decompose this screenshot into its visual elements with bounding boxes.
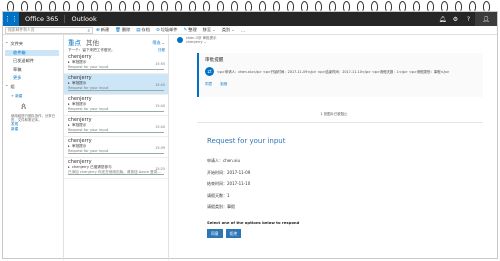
list-item[interactable]: chenjerry审批提示Request for your input15:45	[64, 74, 168, 95]
preview-underline	[68, 153, 164, 154]
respond-prompt: Select one of the options below to respo…	[207, 220, 300, 225]
agenda-hint-text: 下一个：留下来把工作做完。	[68, 48, 115, 52]
archive-button[interactable]: ▤ 存档	[133, 27, 153, 33]
message-list: 重点 其他 筛选 ⌄ 下一个：留下来把工作做完。 日程 chenjerry审批提…	[63, 35, 169, 260]
request-details: 申请人：chen.xiu 开始时间：2017-11-09 结束时间：2017-1…	[207, 158, 497, 210]
message-time: 15:25	[155, 167, 165, 171]
sweep-label: 整理	[188, 27, 197, 32]
sweep-icon: ✎	[183, 27, 188, 33]
reading-pane: chen.3@ 审批提示 chenjerry ⌄ 审批提醒 ⇄ <p>申请人：c…	[171, 35, 497, 260]
sender-row: chen.3@ 审批提示 chenjerry ⌄	[171, 35, 497, 45]
filter-button[interactable]: 筛选 ⌄	[152, 40, 165, 46]
detail-end: 结束时间：2017-11-10	[207, 181, 251, 186]
move-button[interactable]: 移至 ⌄	[200, 27, 219, 33]
delete-label: 删除	[121, 27, 131, 32]
category-button[interactable]: 类别 ⌄	[219, 27, 238, 33]
detail-days: 请假天数：1	[207, 192, 230, 198]
card-reject-button[interactable]: 拒绝	[220, 82, 227, 87]
chevron-down-icon: ⌄	[212, 27, 216, 33]
folder-inbox[interactable]: 收件箱	[5, 49, 59, 56]
approval-card: 审批提醒 ⇄ <p>申请人：chen.xiu</p> <p>开始时间：2017-…	[197, 53, 483, 97]
divider	[197, 122, 483, 123]
card-body: <p>申请人：chen.xiu</p> <p>开始时间：2017-11-09</…	[217, 70, 450, 74]
preview-underline	[68, 174, 164, 175]
folders-header-label: 文件夹	[10, 41, 24, 46]
search-icon[interactable]: ⌕	[87, 28, 90, 34]
new-button[interactable]: ⊕ 新建	[93, 27, 112, 33]
sender-avatar[interactable]	[177, 37, 183, 43]
list-item[interactable]: chenjerry审批提示Request for your input15:40	[64, 95, 168, 116]
groups-header-label: 组	[10, 84, 15, 89]
trash-icon: 🗑︎	[115, 27, 121, 33]
more-button[interactable]: ...	[238, 28, 248, 33]
card-approve-button[interactable]: 同意	[205, 82, 212, 87]
folder-pane: ⌃ 文件夹 收件箱 已发送邮件 草稿 更多 ⌃ 组 + 新建 ጰ 使用组进行团队协作…	[3, 35, 61, 260]
bell-icon[interactable]: 🔔︎	[436, 12, 449, 26]
archive-icon: ▤	[136, 27, 141, 33]
archive-label: 存档	[141, 27, 150, 32]
tab-focused[interactable]: 重点	[68, 37, 81, 47]
message-time: 15:40	[155, 104, 165, 108]
list-item[interactable]: chenjerry审批提示Request for your input15:55	[64, 53, 168, 74]
approve-button[interactable]: 同意	[207, 229, 223, 238]
delete-button[interactable]: 🗑︎ 删除	[112, 27, 133, 33]
detail-start: 开始时间：2017-11-09	[207, 169, 251, 175]
message-time: 15:40	[155, 125, 165, 129]
new-label: 新建	[100, 27, 110, 32]
junk-label: 垃圾邮件	[160, 27, 178, 32]
new-group-link[interactable]: + 新建	[11, 94, 59, 99]
help-icon[interactable]: ?	[462, 12, 475, 26]
folder-sent[interactable]: 已发送邮件	[5, 58, 59, 64]
search-input[interactable]: 搜索邮件和人员 ⌕	[5, 26, 93, 34]
folder-more[interactable]: 更多	[5, 75, 59, 81]
request-title: Request for your input	[207, 137, 286, 145]
chevron-down-icon: ⌄	[231, 27, 235, 33]
people-icon: ጰ	[21, 102, 27, 112]
message-time: 15:39	[155, 146, 165, 150]
move-label: 移至	[202, 27, 212, 32]
groups-description: 使用组进行团队协作，分享日历、文件和笔记本。	[11, 114, 56, 123]
sender-line2[interactable]: chenjerry ⌄	[186, 40, 216, 44]
blocked-images-note[interactable]: 1 张图片已被阻止	[171, 111, 497, 116]
junk-button[interactable]: ⊘ 垃圾邮件	[153, 27, 181, 33]
folders-header[interactable]: ⌃ 文件夹	[5, 41, 59, 47]
folder-drafts[interactable]: 草稿	[5, 67, 59, 73]
tab-other[interactable]: 其他	[86, 37, 99, 47]
message-time: 15:55	[155, 62, 165, 66]
preview-underline	[68, 69, 164, 70]
chevron-down-icon: ⌃	[5, 41, 9, 46]
list-item[interactable]: chenjerry审批提示Request for your input15:40	[64, 116, 168, 137]
card-title: 审批提醒	[205, 58, 224, 63]
list-item[interactable]: chenjerry审批提示Request for your input15:39	[64, 137, 168, 158]
avatar[interactable]: 👤︎	[475, 12, 497, 26]
top-bar: ⋮⋮ Office 365 Outlook 🔔︎ ⚙ ? 👤︎	[3, 12, 497, 26]
gear-icon[interactable]: ⚙	[449, 12, 462, 26]
app-name: Outlook	[71, 15, 97, 23]
search-placeholder: 搜索邮件和人员	[8, 27, 35, 32]
chevron-down-icon: ⌃	[5, 84, 9, 89]
more-label: ...	[241, 27, 245, 33]
detail-applicant: 申请人：chen.xiu	[207, 158, 241, 163]
category-label: 类别	[221, 27, 231, 32]
plus-icon: ⊕	[96, 27, 100, 33]
preview-underline	[68, 132, 164, 133]
preview-underline	[68, 111, 164, 112]
approval-icon: ⇄	[205, 67, 214, 76]
preview-underline	[68, 90, 164, 91]
message-time: 15:45	[155, 83, 165, 87]
list-item[interactable]: chenjerrychenjerry 已邀请您参与已添加 chenjerry 你…	[64, 158, 168, 179]
app-launcher-icon[interactable]: ⋮⋮	[3, 12, 19, 26]
sweep-button[interactable]: ✎ 整理	[180, 27, 199, 33]
outlook-window: ⋮⋮ Office 365 Outlook 🔔︎ ⚙ ? 👤︎ 搜索邮件和人员 …	[2, 11, 498, 260]
brand-label[interactable]: Office 365	[19, 15, 66, 23]
command-bar: 搜索邮件和人员 ⌕ ⊕ 新建 🗑︎ 删除 ▤ 存档 ⊘ 垃圾邮件 ✎ 整理 移至 ⌄ 类别 ⌄…	[3, 26, 497, 35]
groups-header[interactable]: ⌃ 组	[5, 84, 59, 90]
detail-type: 请假类别：事假	[207, 204, 235, 209]
block-icon: ⊘	[155, 27, 160, 33]
reject-button[interactable]: 拒绝	[225, 229, 242, 238]
create-link[interactable]: 新建	[11, 127, 59, 132]
